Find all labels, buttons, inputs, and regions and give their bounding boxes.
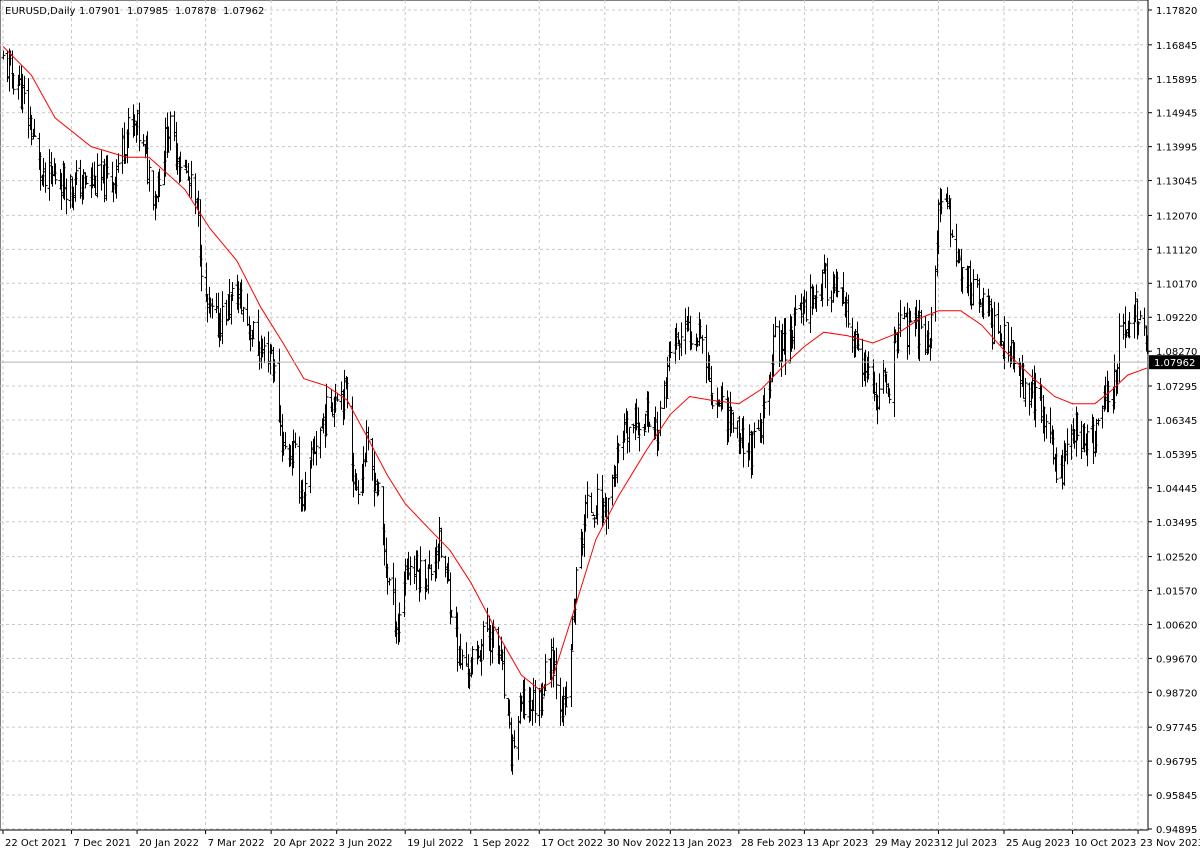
ohlc-high: 1.07985 bbox=[127, 6, 168, 17]
y-tick-label: 0.94895 bbox=[1156, 825, 1197, 836]
chart-header: EURUSD,Daily 1.07901 1.07985 1.07878 1.0… bbox=[5, 6, 264, 17]
x-tick-label: 13 Apr 2023 bbox=[806, 838, 868, 849]
y-tick-label: 1.03495 bbox=[1156, 518, 1197, 529]
ohlc-low: 1.07878 bbox=[175, 6, 216, 17]
x-tick-label: 29 May 2023 bbox=[875, 838, 940, 849]
plot-background[interactable] bbox=[0, 0, 1149, 831]
x-tick-label: 7 Mar 2022 bbox=[208, 838, 265, 849]
y-tick-label: 1.06345 bbox=[1156, 416, 1197, 427]
y-tick-label: 0.99670 bbox=[1156, 654, 1197, 665]
y-tick-label: 1.05395 bbox=[1156, 450, 1197, 461]
x-tick-label: 12 Jul 2023 bbox=[940, 838, 997, 849]
y-tick-label: 1.02520 bbox=[1156, 553, 1197, 564]
x-tick-label: 19 Jul 2022 bbox=[407, 838, 464, 849]
plot-area[interactable] bbox=[0, 0, 1149, 831]
x-tick-label: 13 Jan 2023 bbox=[672, 838, 732, 849]
y-tick-label: 1.09220 bbox=[1156, 313, 1197, 324]
y-tick-label: 1.13995 bbox=[1156, 143, 1197, 154]
y-tick-label: 0.95845 bbox=[1156, 791, 1197, 802]
y-tick-label: 1.17820 bbox=[1156, 6, 1197, 17]
y-tick-label: 1.16845 bbox=[1156, 41, 1197, 52]
x-tick-label: 7 Dec 2021 bbox=[74, 838, 132, 849]
y-tick-label: 1.10170 bbox=[1156, 279, 1197, 290]
y-tick-label: 1.01570 bbox=[1156, 587, 1197, 598]
y-tick-label: 1.13045 bbox=[1156, 177, 1197, 188]
x-tick-label: 30 Nov 2022 bbox=[607, 838, 671, 849]
y-tick-label: 1.11120 bbox=[1156, 245, 1197, 256]
y-tick-label: 1.07295 bbox=[1156, 382, 1197, 393]
y-tick-label: 0.97745 bbox=[1156, 723, 1197, 734]
x-tick-label: 28 Feb 2023 bbox=[741, 838, 803, 849]
y-tick-label: 0.96795 bbox=[1156, 757, 1197, 768]
y-tick-label: 1.00620 bbox=[1156, 620, 1197, 631]
x-tick-label: 3 Jun 2022 bbox=[339, 838, 393, 849]
time-axis[interactable]: 22 Oct 2021 7 Dec 2021 20 Jan 2022 7 Mar 20… bbox=[2, 830, 1200, 849]
y-tick-label: 0.98720 bbox=[1156, 688, 1197, 699]
current-price-tag: 1.07962 bbox=[1149, 355, 1200, 370]
x-tick-label: 22 Oct 2021 bbox=[5, 838, 67, 849]
ohlc-open: 1.07901 bbox=[79, 6, 120, 17]
x-tick-label: 20 Jan 2022 bbox=[139, 838, 199, 849]
chart-canvas[interactable]: 1.17820 1.16845 1.15895 1.14945 1.13995 1.130… bbox=[0, 0, 1200, 853]
y-tick-label: 1.15895 bbox=[1156, 75, 1197, 86]
current-price-label: 1.07962 bbox=[1154, 358, 1195, 369]
x-tick-label: 17 Oct 2022 bbox=[541, 838, 603, 849]
x-tick-label: 1 Sep 2022 bbox=[473, 838, 530, 849]
x-tick-label: 20 Apr 2022 bbox=[273, 838, 335, 849]
chart-window[interactable]: 1.17820 1.16845 1.15895 1.14945 1.13995 1.130… bbox=[0, 0, 1200, 853]
ohlc-close: 1.07962 bbox=[223, 6, 264, 17]
y-tick-label: 1.04445 bbox=[1156, 484, 1197, 495]
y-tick-label: 1.12070 bbox=[1156, 211, 1197, 222]
symbol-label: EURUSD,Daily bbox=[5, 6, 76, 17]
x-tick-label: 25 Aug 2023 bbox=[1006, 838, 1070, 849]
x-tick-label: 23 Nov 2023 bbox=[1140, 838, 1200, 849]
price-axis[interactable]: 1.17820 1.16845 1.15895 1.14945 1.13995 1.130… bbox=[1148, 6, 1197, 836]
x-tick-label: 10 Oct 2023 bbox=[1075, 838, 1137, 849]
y-tick-label: 1.14945 bbox=[1156, 109, 1197, 120]
